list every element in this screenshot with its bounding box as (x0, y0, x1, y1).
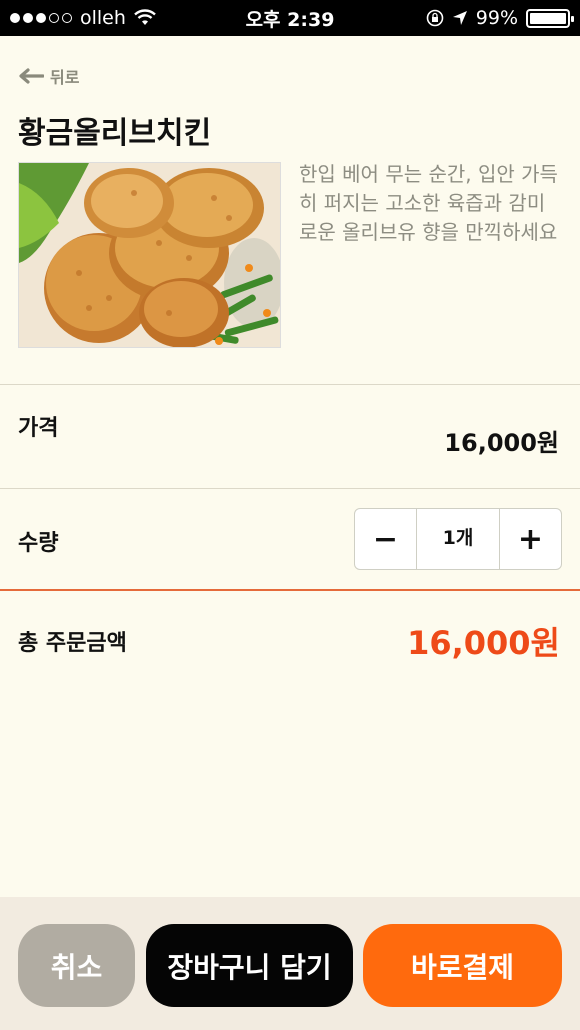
total-value: 16,000원 (407, 624, 560, 662)
price-label: 가격 (18, 416, 59, 441)
signal-strength-icon (10, 13, 72, 23)
status-bar: olleh 오후 2:39 99% (0, 0, 580, 36)
decrease-quantity-button[interactable]: − (355, 509, 416, 569)
quantity-stepper: − 1개 + (354, 508, 562, 570)
carrier-name: olleh (80, 7, 126, 29)
divider (0, 488, 580, 489)
arrow-left-icon (19, 68, 44, 84)
divider (0, 384, 580, 385)
location-arrow-icon (452, 11, 467, 25)
increase-quantity-button[interactable]: + (500, 509, 561, 569)
rotation-lock-icon (426, 9, 444, 27)
cancel-button[interactable]: 취소 (18, 924, 135, 1007)
quantity-label: 수량 (18, 531, 59, 556)
product-description: 한입 베어 무는 순간, 입안 가득히 퍼지는 고소한 육즙과 감미로운 올리브… (299, 162, 558, 244)
battery-icon (526, 8, 574, 28)
product-image (18, 162, 281, 348)
price-value: 16,000원 (444, 429, 559, 457)
total-label: 총 주문금액 (18, 631, 127, 656)
battery-fill (530, 12, 566, 24)
status-right: 99% (426, 7, 574, 29)
quantity-value: 1개 (416, 509, 500, 569)
wifi-icon (134, 9, 156, 25)
status-left: olleh (10, 7, 156, 29)
back-label: 뒤로 (50, 68, 80, 87)
back-button[interactable]: 뒤로 (18, 64, 79, 88)
add-to-cart-button[interactable]: 장바구니 담기 (146, 924, 353, 1007)
battery-percent: 99% (475, 7, 518, 29)
product-title: 황금올리브치킨 (18, 116, 212, 151)
buy-now-button[interactable]: 바로결제 (363, 924, 562, 1007)
total-divider (0, 589, 580, 591)
